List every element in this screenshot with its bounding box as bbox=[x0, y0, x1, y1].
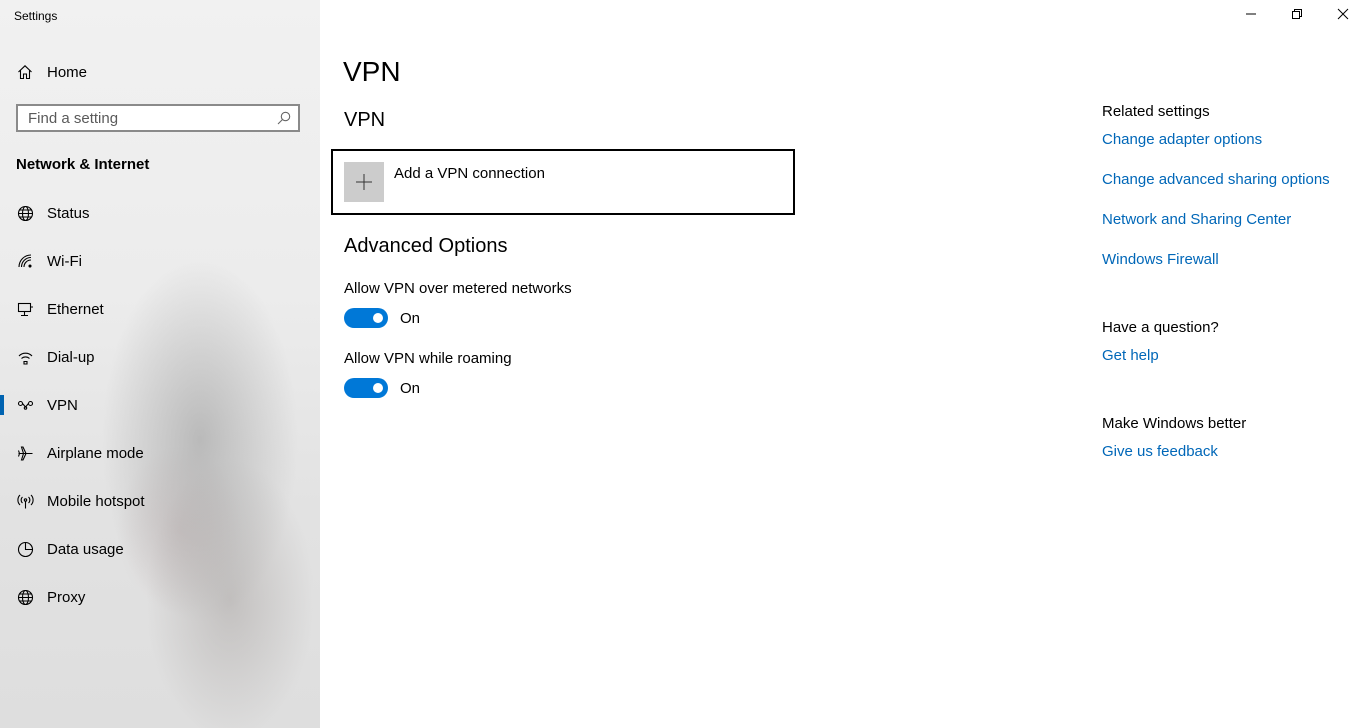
minimize-icon bbox=[1245, 7, 1257, 25]
sidebar-item-status[interactable]: Status bbox=[0, 193, 320, 233]
restore-button[interactable] bbox=[1274, 0, 1320, 32]
related-settings-heading: Related settings bbox=[1102, 103, 1210, 120]
restore-icon bbox=[1291, 7, 1303, 25]
sidebar-item-label: Wi-Fi bbox=[47, 252, 82, 270]
app-title: Settings bbox=[14, 9, 58, 23]
sidebar: Settings Home Network & Internet Status bbox=[0, 0, 320, 728]
windows-firewall-link[interactable]: Windows Firewall bbox=[1102, 251, 1219, 268]
give-feedback-link[interactable]: Give us feedback bbox=[1102, 443, 1218, 460]
feedback-heading: Make Windows better bbox=[1102, 415, 1247, 432]
minimize-button[interactable] bbox=[1228, 0, 1274, 32]
search-input[interactable] bbox=[18, 106, 278, 130]
close-button[interactable] bbox=[1320, 0, 1366, 32]
wifi-icon bbox=[16, 252, 34, 270]
sidebar-item-wifi[interactable]: Wi-Fi bbox=[0, 241, 320, 281]
sidebar-item-airplane-mode[interactable]: Airplane mode bbox=[0, 433, 320, 473]
metered-networks-state: On bbox=[400, 310, 421, 327]
toggle-knob bbox=[373, 383, 383, 393]
change-adapter-options-link[interactable]: Change adapter options bbox=[1102, 131, 1262, 148]
get-help-link[interactable]: Get help bbox=[1102, 347, 1159, 364]
add-vpn-connection-button[interactable]: Add a VPN connection bbox=[331, 149, 795, 215]
vpn-icon bbox=[16, 396, 34, 414]
sidebar-item-home[interactable]: Home bbox=[0, 52, 320, 92]
sidebar-item-label: Airplane mode bbox=[47, 444, 144, 462]
hotspot-icon bbox=[16, 492, 34, 510]
sidebar-item-label: Data usage bbox=[47, 540, 124, 558]
ethernet-icon bbox=[16, 300, 34, 318]
sidebar-item-label: VPN bbox=[47, 396, 78, 414]
page-title: VPN bbox=[343, 56, 401, 87]
change-advanced-sharing-link[interactable]: Change advanced sharing options bbox=[1102, 171, 1330, 188]
question-heading: Have a question? bbox=[1102, 319, 1219, 336]
add-vpn-label: Add a VPN connection bbox=[394, 165, 545, 182]
sidebar-item-label: Status bbox=[47, 204, 90, 222]
close-icon bbox=[1337, 7, 1349, 25]
metered-networks-toggle[interactable] bbox=[344, 308, 388, 328]
sidebar-item-data-usage[interactable]: Data usage bbox=[0, 529, 320, 569]
airplane-icon bbox=[16, 444, 34, 462]
metered-networks-label: Allow VPN over metered networks bbox=[344, 280, 572, 297]
sidebar-item-dialup[interactable]: Dial-up bbox=[0, 337, 320, 377]
home-icon bbox=[16, 63, 34, 81]
sidebar-item-label: Proxy bbox=[47, 588, 86, 606]
sidebar-item-label: Dial-up bbox=[47, 348, 95, 366]
roaming-label: Allow VPN while roaming bbox=[344, 350, 512, 367]
selection-indicator bbox=[0, 395, 4, 415]
dialup-icon bbox=[16, 348, 34, 366]
sidebar-item-mobile-hotspot[interactable]: Mobile hotspot bbox=[0, 481, 320, 521]
roaming-toggle[interactable] bbox=[344, 378, 388, 398]
toggle-knob bbox=[373, 313, 383, 323]
globe-icon bbox=[16, 588, 34, 606]
vpn-section-title: VPN bbox=[344, 109, 386, 131]
search-icon[interactable] bbox=[276, 110, 292, 126]
sidebar-item-vpn[interactable]: VPN bbox=[0, 385, 320, 425]
sidebar-item-label: Mobile hotspot bbox=[47, 492, 145, 510]
roaming-state: On bbox=[400, 380, 421, 397]
data-usage-icon bbox=[16, 540, 34, 558]
sidebar-item-ethernet[interactable]: Ethernet bbox=[0, 289, 320, 329]
search-box bbox=[16, 104, 300, 132]
sidebar-item-proxy[interactable]: Proxy bbox=[0, 577, 320, 617]
network-sharing-center-link[interactable]: Network and Sharing Center bbox=[1102, 211, 1291, 228]
section-heading: Network & Internet bbox=[16, 156, 150, 173]
globe-status-icon bbox=[16, 204, 34, 222]
advanced-options-title: Advanced Options bbox=[344, 235, 508, 257]
sidebar-item-label: Home bbox=[47, 63, 88, 81]
sidebar-item-label: Ethernet bbox=[47, 300, 104, 318]
plus-icon bbox=[344, 162, 384, 202]
